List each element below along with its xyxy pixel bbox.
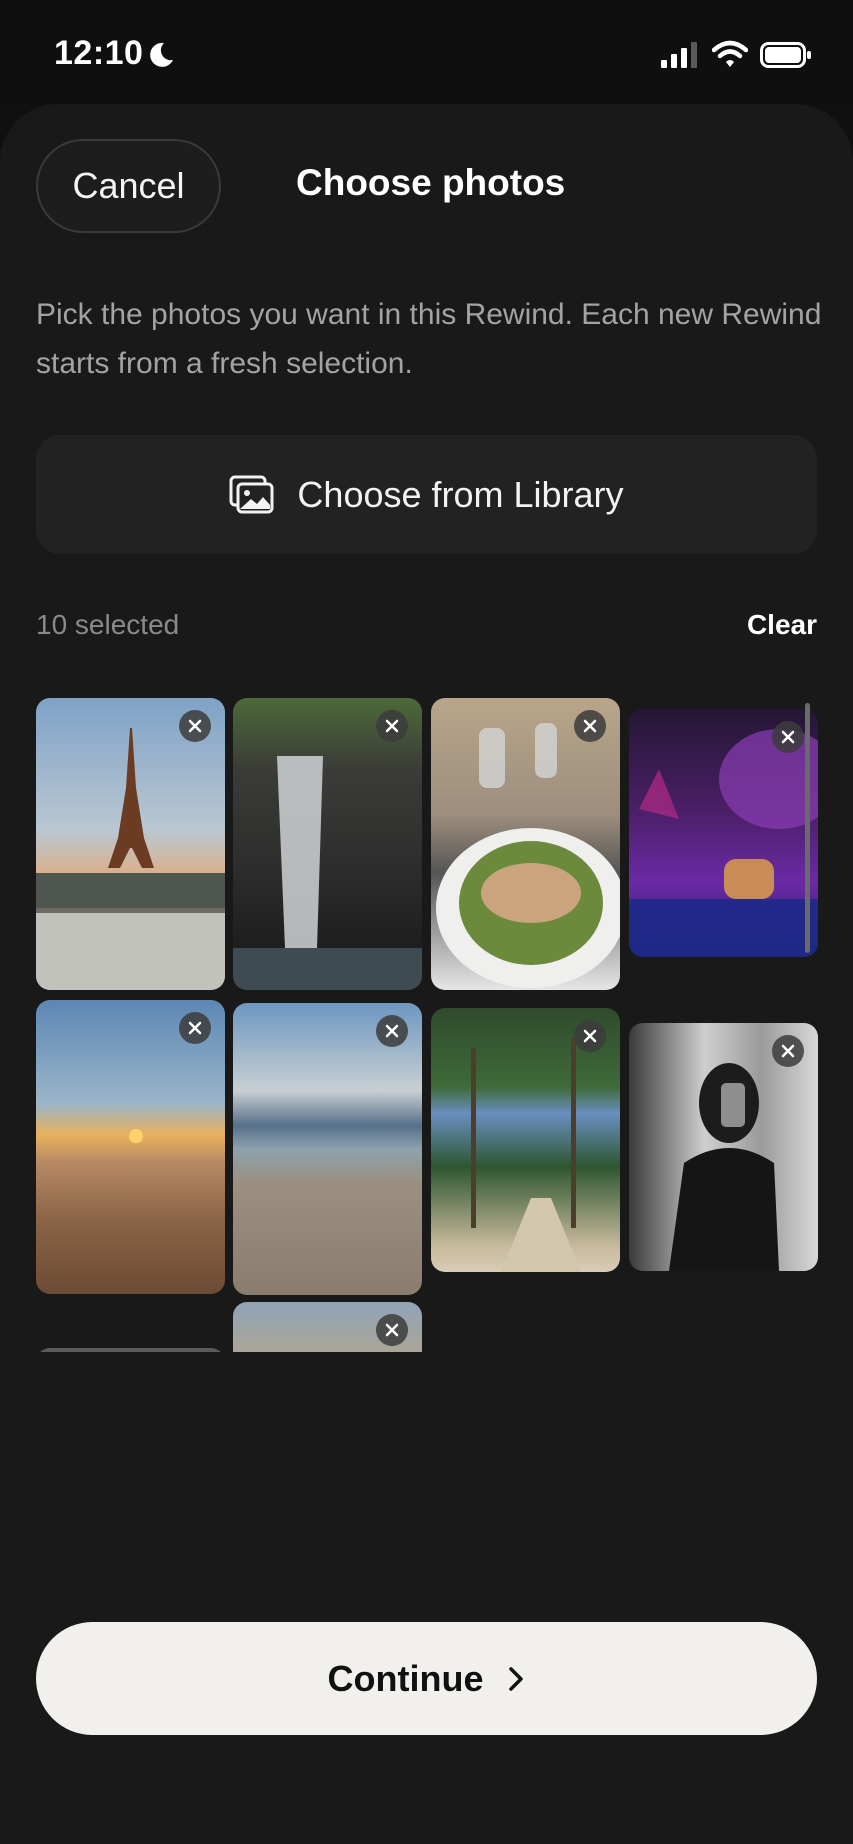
description-text: Pick the photos you want in this Rewind.… bbox=[36, 298, 822, 380]
page-title: Choose photos bbox=[296, 162, 566, 203]
remove-photo-button[interactable] bbox=[376, 1314, 408, 1346]
photo-library-icon bbox=[229, 475, 274, 513]
close-icon bbox=[583, 1029, 597, 1043]
photo-partial-row3-a[interactable] bbox=[36, 1348, 225, 1352]
photo-grid bbox=[0, 690, 853, 1352]
battery-icon bbox=[760, 42, 811, 68]
close-icon bbox=[781, 730, 795, 744]
library-button-label: Choose from Library bbox=[297, 473, 624, 515]
sun-shape bbox=[129, 1129, 143, 1143]
status-time: 12:10 bbox=[54, 34, 144, 72]
photo-mirror-selfie[interactable] bbox=[629, 1023, 818, 1271]
close-icon bbox=[385, 1323, 399, 1337]
continue-label: Continue bbox=[327, 1657, 484, 1699]
moon-icon bbox=[150, 42, 173, 67]
remove-photo-button[interactable] bbox=[574, 710, 606, 742]
chevron-right-icon bbox=[509, 1666, 524, 1691]
selected-count: 10 selected bbox=[36, 609, 180, 640]
scrollbar[interactable] bbox=[805, 703, 810, 953]
photo-beach-waves[interactable] bbox=[233, 1003, 422, 1295]
photo-neon-venue[interactable] bbox=[629, 709, 818, 957]
close-icon bbox=[188, 1021, 202, 1035]
photo-eiffel-tower[interactable] bbox=[36, 698, 225, 990]
close-icon bbox=[583, 719, 597, 733]
photo-salad-table[interactable] bbox=[431, 698, 620, 990]
close-icon bbox=[385, 719, 399, 733]
remove-photo-button[interactable] bbox=[772, 1035, 804, 1067]
remove-photo-button[interactable] bbox=[376, 1015, 408, 1047]
remove-photo-button[interactable] bbox=[179, 1012, 211, 1044]
remove-photo-button[interactable] bbox=[574, 1020, 606, 1052]
remove-photo-button[interactable] bbox=[376, 710, 408, 742]
close-icon bbox=[385, 1024, 399, 1038]
close-icon bbox=[188, 719, 202, 733]
signal-icon bbox=[661, 42, 697, 68]
close-icon bbox=[781, 1044, 795, 1058]
photo-palm-trees[interactable] bbox=[431, 1008, 620, 1272]
choose-from-library-button[interactable]: Choose from Library bbox=[36, 435, 817, 554]
clear-button[interactable]: Clear bbox=[747, 609, 817, 641]
remove-photo-button[interactable] bbox=[772, 721, 804, 753]
photo-waterfall[interactable] bbox=[233, 698, 422, 990]
cancel-button[interactable]: Cancel bbox=[36, 139, 221, 233]
remove-photo-button[interactable] bbox=[179, 710, 211, 742]
wifi-icon bbox=[712, 40, 748, 67]
photo-partial-row3-b[interactable] bbox=[233, 1302, 422, 1352]
photo-sunset-beach-path[interactable] bbox=[36, 1000, 225, 1294]
continue-button[interactable]: Continue bbox=[36, 1622, 817, 1735]
status-bar: 12:10 bbox=[0, 0, 853, 104]
